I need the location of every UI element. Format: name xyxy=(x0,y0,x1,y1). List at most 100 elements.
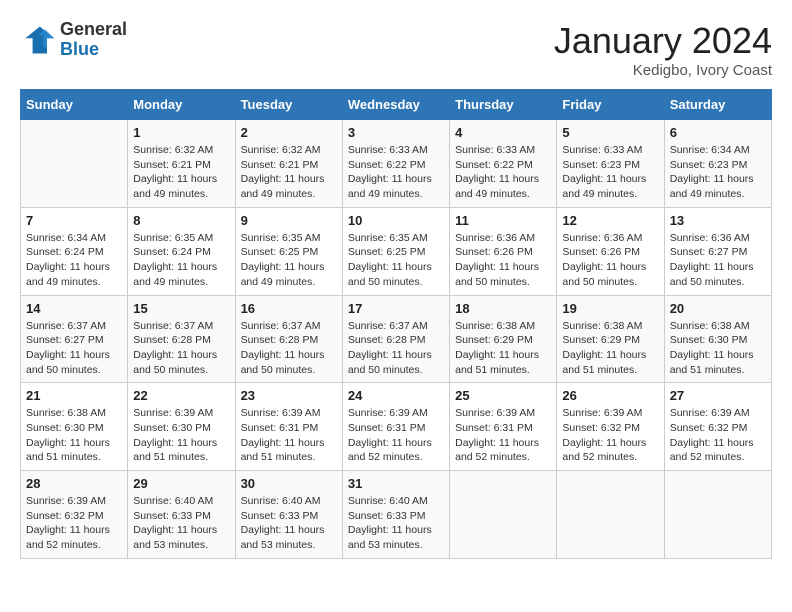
calendar-table: SundayMondayTuesdayWednesdayThursdayFrid… xyxy=(20,89,772,559)
day-number: 6 xyxy=(670,125,766,140)
day-info: Sunrise: 6:39 AMSunset: 6:32 PMDaylight:… xyxy=(26,494,122,553)
day-cell: 12 Sunrise: 6:36 AMSunset: 6:26 PMDayligh… xyxy=(557,207,664,295)
day-number: 11 xyxy=(455,213,551,228)
day-cell: 7 Sunrise: 6:34 AMSunset: 6:24 PMDaylight… xyxy=(21,207,128,295)
day-cell: 3 Sunrise: 6:33 AMSunset: 6:22 PMDaylight… xyxy=(342,120,449,208)
day-info: Sunrise: 6:36 AMSunset: 6:27 PMDaylight:… xyxy=(670,231,766,290)
week-row-4: 28Sunrise: 6:39 AMSunset: 6:32 PMDayligh… xyxy=(21,471,772,559)
day-cell: 30 Sunrise: 6:40 AMSunset: 6:33 PMDayligh… xyxy=(235,471,342,559)
week-row-2: 14 Sunrise: 6:37 AMSunset: 6:27 PMDayligh… xyxy=(21,295,772,383)
day-number: 14 xyxy=(26,301,122,316)
header-saturday: Saturday xyxy=(664,90,771,120)
day-cell: 23Sunrise: 6:39 AMSunset: 6:31 PMDayligh… xyxy=(235,383,342,471)
day-cell xyxy=(557,471,664,559)
day-number: 9 xyxy=(241,213,337,228)
header-tuesday: Tuesday xyxy=(235,90,342,120)
day-info: Sunrise: 6:33 AMSunset: 6:22 PMDaylight:… xyxy=(455,143,551,202)
day-cell: 27 Sunrise: 6:39 AMSunset: 6:32 PMDayligh… xyxy=(664,383,771,471)
day-info: Sunrise: 6:35 AMSunset: 6:25 PMDaylight:… xyxy=(241,231,337,290)
day-cell: 15Sunrise: 6:37 AMSunset: 6:28 PMDayligh… xyxy=(128,295,235,383)
day-cell: 4 Sunrise: 6:33 AMSunset: 6:22 PMDaylight… xyxy=(450,120,557,208)
day-info: Sunrise: 6:37 AMSunset: 6:28 PMDaylight:… xyxy=(348,319,444,378)
logo-text: General Blue xyxy=(60,20,127,60)
day-number: 27 xyxy=(670,388,766,403)
day-number: 24 xyxy=(348,388,444,403)
logo-icon xyxy=(20,22,56,58)
day-info: Sunrise: 6:39 AMSunset: 6:30 PMDaylight:… xyxy=(133,406,229,465)
day-cell: 24 Sunrise: 6:39 AMSunset: 6:31 PMDayligh… xyxy=(342,383,449,471)
day-cell xyxy=(21,120,128,208)
header-friday: Friday xyxy=(557,90,664,120)
day-number: 5 xyxy=(562,125,658,140)
day-number: 4 xyxy=(455,125,551,140)
day-info: Sunrise: 6:39 AMSunset: 6:31 PMDaylight:… xyxy=(455,406,551,465)
day-number: 21 xyxy=(26,388,122,403)
day-info: Sunrise: 6:32 AMSunset: 6:21 PMDaylight:… xyxy=(241,143,337,202)
day-info: Sunrise: 6:38 AMSunset: 6:30 PMDaylight:… xyxy=(26,406,122,465)
day-info: Sunrise: 6:39 AMSunset: 6:32 PMDaylight:… xyxy=(670,406,766,465)
day-cell: 5 Sunrise: 6:33 AMSunset: 6:23 PMDaylight… xyxy=(557,120,664,208)
day-cell: 9 Sunrise: 6:35 AMSunset: 6:25 PMDaylight… xyxy=(235,207,342,295)
day-number: 23 xyxy=(241,388,337,403)
logo: General Blue xyxy=(20,20,127,60)
week-row-0: 1Sunrise: 6:32 AMSunset: 6:21 PMDaylight… xyxy=(21,120,772,208)
day-number: 3 xyxy=(348,125,444,140)
day-info: Sunrise: 6:35 AMSunset: 6:25 PMDaylight:… xyxy=(348,231,444,290)
day-number: 30 xyxy=(241,476,337,491)
day-cell: 28Sunrise: 6:39 AMSunset: 6:32 PMDayligh… xyxy=(21,471,128,559)
day-cell: 17 Sunrise: 6:37 AMSunset: 6:28 PMDayligh… xyxy=(342,295,449,383)
day-cell: 20Sunrise: 6:38 AMSunset: 6:30 PMDayligh… xyxy=(664,295,771,383)
day-cell: 19 Sunrise: 6:38 AMSunset: 6:29 PMDayligh… xyxy=(557,295,664,383)
day-info: Sunrise: 6:37 AMSunset: 6:28 PMDaylight:… xyxy=(133,319,229,378)
day-cell: 18Sunrise: 6:38 AMSunset: 6:29 PMDayligh… xyxy=(450,295,557,383)
day-info: Sunrise: 6:33 AMSunset: 6:22 PMDaylight:… xyxy=(348,143,444,202)
day-number: 31 xyxy=(348,476,444,491)
month-title: January 2024 xyxy=(554,20,772,62)
day-cell: 29Sunrise: 6:40 AMSunset: 6:33 PMDayligh… xyxy=(128,471,235,559)
day-number: 16 xyxy=(241,301,337,316)
day-info: Sunrise: 6:39 AMSunset: 6:32 PMDaylight:… xyxy=(562,406,658,465)
day-number: 12 xyxy=(562,213,658,228)
day-info: Sunrise: 6:34 AMSunset: 6:24 PMDaylight:… xyxy=(26,231,122,290)
day-number: 13 xyxy=(670,213,766,228)
day-info: Sunrise: 6:36 AMSunset: 6:26 PMDaylight:… xyxy=(455,231,551,290)
day-info: Sunrise: 6:36 AMSunset: 6:26 PMDaylight:… xyxy=(562,231,658,290)
day-cell: 16 Sunrise: 6:37 AMSunset: 6:28 PMDayligh… xyxy=(235,295,342,383)
day-cell: 31Sunrise: 6:40 AMSunset: 6:33 PMDayligh… xyxy=(342,471,449,559)
day-cell: 8Sunrise: 6:35 AMSunset: 6:24 PMDaylight… xyxy=(128,207,235,295)
day-number: 25 xyxy=(455,388,551,403)
day-cell: 10 Sunrise: 6:35 AMSunset: 6:25 PMDayligh… xyxy=(342,207,449,295)
day-cell: 21 Sunrise: 6:38 AMSunset: 6:30 PMDayligh… xyxy=(21,383,128,471)
header-sunday: Sunday xyxy=(21,90,128,120)
day-info: Sunrise: 6:34 AMSunset: 6:23 PMDaylight:… xyxy=(670,143,766,202)
day-number: 19 xyxy=(562,301,658,316)
day-cell: 1Sunrise: 6:32 AMSunset: 6:21 PMDaylight… xyxy=(128,120,235,208)
day-info: Sunrise: 6:38 AMSunset: 6:29 PMDaylight:… xyxy=(562,319,658,378)
calendar-header: SundayMondayTuesdayWednesdayThursdayFrid… xyxy=(21,90,772,120)
week-row-1: 7 Sunrise: 6:34 AMSunset: 6:24 PMDaylight… xyxy=(21,207,772,295)
header-wednesday: Wednesday xyxy=(342,90,449,120)
day-info: Sunrise: 6:33 AMSunset: 6:23 PMDaylight:… xyxy=(562,143,658,202)
day-cell: 6 Sunrise: 6:34 AMSunset: 6:23 PMDaylight… xyxy=(664,120,771,208)
day-number: 20 xyxy=(670,301,766,316)
header-monday: Monday xyxy=(128,90,235,120)
day-info: Sunrise: 6:37 AMSunset: 6:28 PMDaylight:… xyxy=(241,319,337,378)
header-row: SundayMondayTuesdayWednesdayThursdayFrid… xyxy=(21,90,772,120)
header-thursday: Thursday xyxy=(450,90,557,120)
day-number: 18 xyxy=(455,301,551,316)
day-info: Sunrise: 6:37 AMSunset: 6:27 PMDaylight:… xyxy=(26,319,122,378)
logo-general: General xyxy=(60,20,127,40)
day-number: 22 xyxy=(133,388,229,403)
day-cell xyxy=(450,471,557,559)
day-cell: 14 Sunrise: 6:37 AMSunset: 6:27 PMDayligh… xyxy=(21,295,128,383)
logo-blue: Blue xyxy=(60,40,127,60)
day-info: Sunrise: 6:39 AMSunset: 6:31 PMDaylight:… xyxy=(348,406,444,465)
day-number: 10 xyxy=(348,213,444,228)
day-number: 17 xyxy=(348,301,444,316)
day-number: 8 xyxy=(133,213,229,228)
week-row-3: 21 Sunrise: 6:38 AMSunset: 6:30 PMDayligh… xyxy=(21,383,772,471)
day-cell: 22 Sunrise: 6:39 AMSunset: 6:30 PMDayligh… xyxy=(128,383,235,471)
day-number: 7 xyxy=(26,213,122,228)
day-cell: 13 Sunrise: 6:36 AMSunset: 6:27 PMDayligh… xyxy=(664,207,771,295)
day-info: Sunrise: 6:40 AMSunset: 6:33 PMDaylight:… xyxy=(241,494,337,553)
